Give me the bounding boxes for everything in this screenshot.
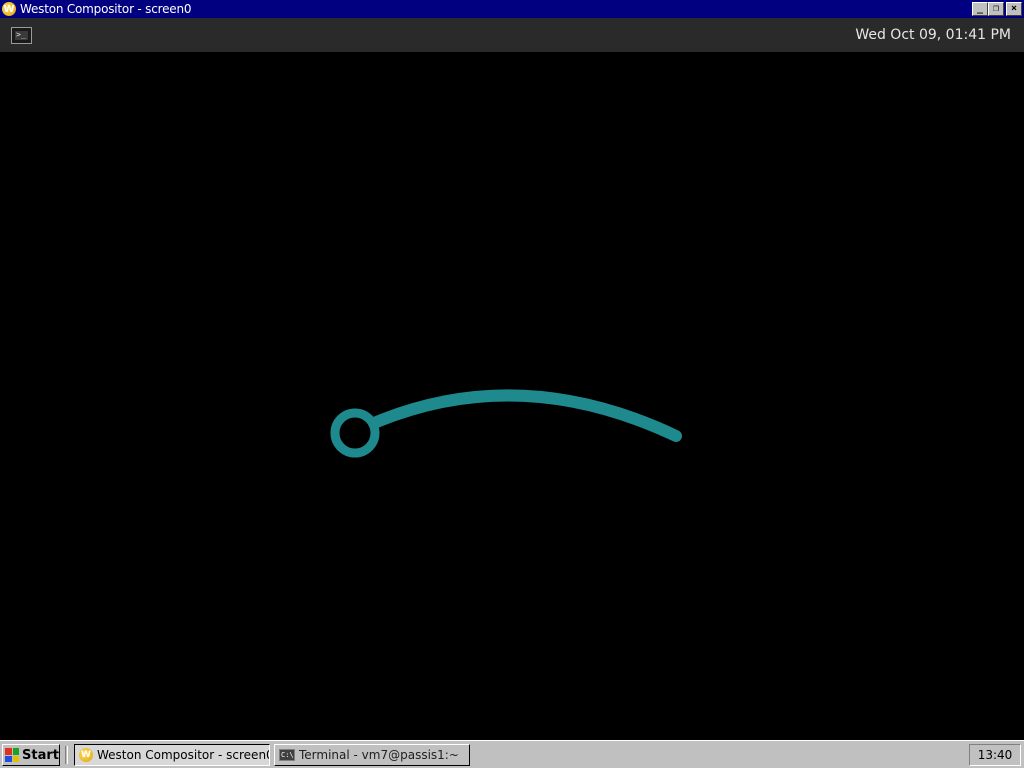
weston-icon: W: [79, 748, 93, 762]
start-label: Start: [22, 747, 59, 763]
terminal-icon: C:\: [279, 749, 295, 761]
taskbar: Start W Weston Compositor - screen0 C:\ …: [0, 740, 1024, 768]
desktop-canvas[interactable]: [0, 52, 1024, 740]
taskbar-item-label: Weston Compositor - screen0: [97, 748, 270, 762]
weston-icon[interactable]: W: [2, 2, 16, 16]
close-button[interactable]: ×: [1006, 2, 1022, 16]
system-tray-clock[interactable]: 13:40: [969, 744, 1021, 766]
terminal-launcher-icon[interactable]: >_: [11, 27, 32, 44]
windows-logo-icon: [5, 748, 19, 762]
taskbar-item-label: Terminal - vm7@passis1:~: [299, 748, 459, 762]
taskbar-item-weston[interactable]: W Weston Compositor - screen0: [74, 744, 270, 766]
drawn-ring: [330, 408, 380, 458]
launcher-prompt: >_: [16, 30, 26, 39]
weston-panel: >_ Wed Oct 09, 01:41 PM: [0, 18, 1024, 52]
tray-time: 13:40: [977, 748, 1013, 762]
panel-clock: Wed Oct 09, 01:41 PM: [855, 27, 1011, 43]
drawn-arc: [368, 389, 682, 442]
start-button[interactable]: Start: [2, 744, 60, 766]
window-controls: _ ❐ ×: [972, 2, 1022, 16]
window-titlebar[interactable]: W Weston Compositor - screen0 _ ❐ ×: [0, 0, 1024, 18]
drawing-svg: [330, 389, 682, 458]
taskbar-divider: [65, 746, 68, 764]
window-title: Weston Compositor - screen0: [20, 2, 192, 16]
minimize-button[interactable]: _: [972, 2, 988, 16]
taskbar-item-terminal[interactable]: C:\ Terminal - vm7@passis1:~: [274, 744, 470, 766]
screen: W Weston Compositor - screen0 _ ❐ × >_ W…: [0, 0, 1024, 768]
maximize-button[interactable]: ❐: [988, 2, 1004, 16]
